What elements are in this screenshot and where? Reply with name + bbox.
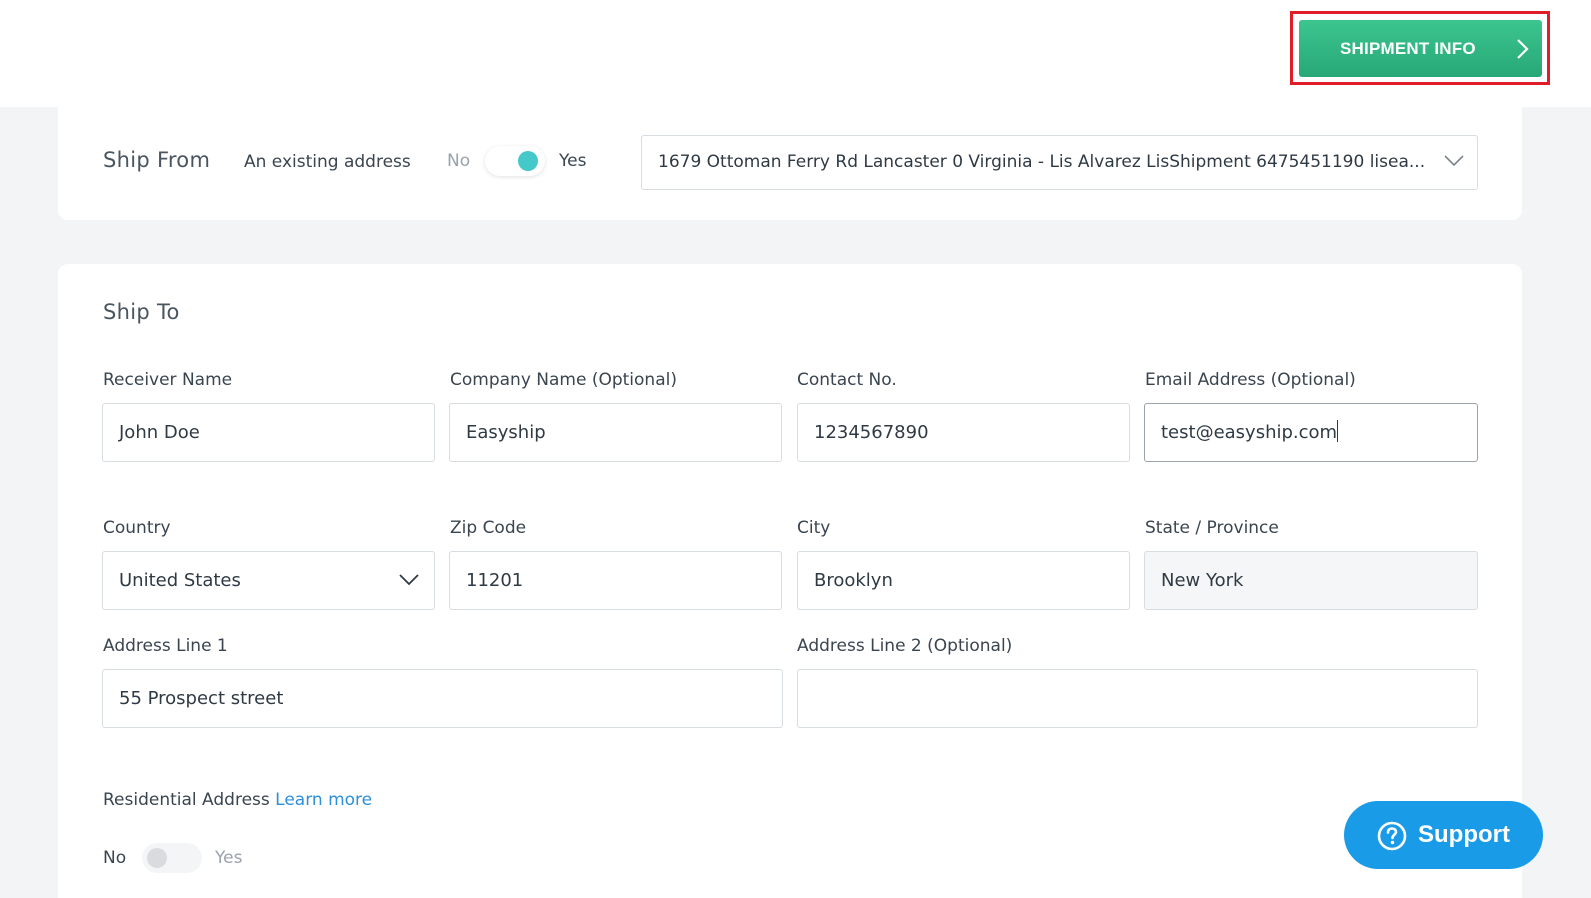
email-label: Email Address (Optional) <box>1145 370 1356 390</box>
city-input[interactable]: Brooklyn <box>797 551 1130 610</box>
address-line-2-input[interactable] <box>797 669 1478 728</box>
city-label: City <box>797 518 831 538</box>
email-input[interactable]: test@easyship.com <box>1144 403 1478 462</box>
receiver-name-input[interactable]: John Doe <box>102 403 435 462</box>
country-label: Country <box>103 518 171 538</box>
ship-from-address-value: 1679 Ottoman Ferry Rd Lancaster 0 Virgin… <box>658 152 1426 172</box>
residential-label-text: Residential Address <box>103 790 270 810</box>
state-label: State / Province <box>1145 518 1279 538</box>
state-input[interactable]: New York <box>1144 551 1478 610</box>
ship-from-address-select[interactable]: 1679 Ottoman Ferry Rd Lancaster 0 Virgin… <box>641 135 1478 190</box>
existing-toggle-yes-label: Yes <box>559 151 587 171</box>
zip-value: 11201 <box>466 570 524 591</box>
country-select[interactable]: United States <box>102 551 435 610</box>
ship-to-title: Ship To <box>103 300 180 324</box>
email-value: test@easyship.com <box>1161 422 1338 443</box>
address-line-1-value: 55 Prospect street <box>119 688 284 709</box>
residential-toggle-yes-label: Yes <box>215 848 243 868</box>
address-line-2-label: Address Line 2 (Optional) <box>797 636 1013 656</box>
shipment-info-button[interactable]: SHIPMENT INFO <box>1299 20 1542 77</box>
contact-no-label: Contact No. <box>797 370 897 390</box>
existing-address-label: An existing address <box>244 152 411 172</box>
support-label: Support <box>1418 821 1510 848</box>
contact-no-input[interactable]: 1234567890 <box>797 403 1130 462</box>
learn-more-link[interactable]: Learn more <box>275 790 372 810</box>
company-name-input[interactable]: Easyship <box>449 403 782 462</box>
zip-input[interactable]: 11201 <box>449 551 782 610</box>
address-line-1-input[interactable]: 55 Prospect street <box>102 669 783 728</box>
chevron-down-icon <box>399 574 419 586</box>
city-value: Brooklyn <box>814 570 893 591</box>
toggle-knob <box>518 151 538 171</box>
toggle-knob <box>147 848 167 868</box>
existing-address-toggle[interactable] <box>485 146 545 176</box>
residential-address-toggle[interactable] <box>142 843 202 873</box>
country-value: United States <box>119 570 241 591</box>
company-name-value: Easyship <box>466 422 546 443</box>
ship-from-title: Ship From <box>103 148 211 172</box>
support-button[interactable]: Support <box>1344 801 1543 869</box>
top-bar: SHIPMENT INFO <box>0 0 1591 107</box>
receiver-name-value: John Doe <box>119 422 200 443</box>
chevron-down-icon <box>1444 155 1464 167</box>
residential-toggle-no-label: No <box>103 848 127 868</box>
contact-no-value: 1234567890 <box>814 422 929 443</box>
state-value: New York <box>1161 570 1244 591</box>
ship-to-card: Ship To Receiver Name Company Name (Opti… <box>58 264 1522 898</box>
residential-address-label: Residential Address Learn more <box>103 790 372 810</box>
ship-from-card: Ship From An existing address No Yes 167… <box>58 107 1522 220</box>
chevron-right-icon <box>1517 39 1529 59</box>
company-name-label: Company Name (Optional) <box>450 370 677 390</box>
address-line-1-label: Address Line 1 <box>103 636 228 656</box>
zip-label: Zip Code <box>450 518 527 538</box>
text-caret <box>1337 420 1339 442</box>
shipment-info-button-label: SHIPMENT INFO <box>1340 38 1476 58</box>
receiver-name-label: Receiver Name <box>103 370 233 390</box>
existing-toggle-no-label: No <box>447 151 471 171</box>
help-circle-icon <box>1377 821 1407 851</box>
